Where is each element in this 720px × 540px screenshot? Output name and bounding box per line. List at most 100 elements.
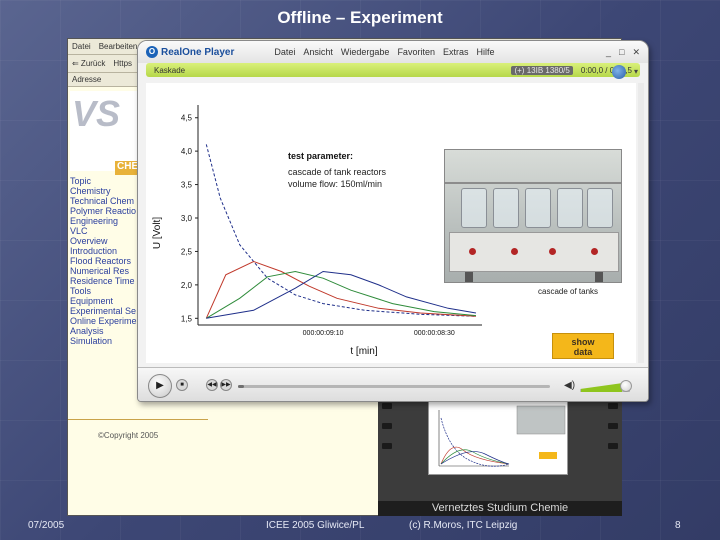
film-sprocket (382, 403, 392, 409)
browser-fav[interactable]: Https (113, 59, 132, 68)
status-badge: (+) 13IB 1380/5 (511, 65, 573, 75)
y-tick-label: 1,5 (181, 314, 193, 323)
play-button[interactable]: ▶ (148, 374, 172, 398)
footer-page: 8 (675, 520, 681, 531)
y-tick-label: 4,0 (181, 147, 193, 156)
realone-player-window: O RealOne Player Datei Ansicht Wiedergab… (137, 40, 649, 402)
nav-item[interactable]: Tools (68, 286, 140, 296)
film-sprocket (608, 403, 618, 409)
player-menu-file[interactable]: Datei (274, 47, 295, 57)
nav-item[interactable]: Equipment (68, 296, 140, 306)
back-button[interactable]: ⇐ Zurück (72, 59, 105, 68)
nav-item[interactable]: Overview (68, 236, 140, 246)
photo-leg (595, 272, 603, 282)
show-data-label: data (573, 347, 593, 357)
nav-item[interactable]: Flood Reactors (68, 256, 140, 266)
window-controls: _ □ ✕ (606, 47, 640, 58)
nav-item[interactable]: Online Experime (68, 316, 140, 326)
volume-knob[interactable] (620, 380, 632, 392)
speaker-icon[interactable]: ◀) (564, 380, 575, 391)
nav-item[interactable]: Technical Chem (68, 196, 140, 206)
film-sprocket (382, 423, 392, 429)
film-sprocket (608, 443, 618, 449)
nav-item[interactable]: Experimental Se (68, 306, 140, 316)
clip-info-bar: Kaskade (+) 13IB 1380/5 0:00,0 / 0:06,5 (146, 63, 640, 77)
nav-item[interactable]: Numerical Res (68, 266, 140, 276)
fast-forward-button[interactable]: ▶▶ (220, 379, 232, 391)
y-tick-label: 4,5 (181, 114, 193, 123)
player-menu-tools[interactable]: Extras (443, 47, 469, 57)
nav-item[interactable]: Engineering (68, 216, 140, 226)
y-tick-label: 2,0 (181, 281, 193, 290)
browser-menu-edit[interactable]: Bearbeiten (99, 42, 138, 51)
player-brand-text: RealOne Player (161, 46, 235, 58)
globe-icon[interactable] (612, 65, 626, 79)
x-tick-label: 000:00:09:10 (303, 330, 344, 337)
minimize-button[interactable]: _ (606, 47, 611, 58)
footer-author: (c) R.Moros, ITC Leipzig (409, 520, 518, 531)
film-thumbnail-panel: Vernetztes Studium Chemie (378, 399, 622, 516)
stop-button[interactable]: ■ (176, 379, 188, 391)
photo-caption: cascade of tanks (538, 287, 599, 296)
photo-tank (587, 188, 613, 228)
vs-logo: VS CHE (70, 91, 141, 175)
photo-leg (465, 272, 473, 282)
nav-item[interactable]: Simulation (68, 336, 140, 346)
player-menu-view[interactable]: Ansicht (303, 47, 333, 57)
close-button[interactable]: ✕ (632, 47, 640, 58)
player-brand: O RealOne Player (146, 46, 234, 58)
params-line: volume flow: 150ml/min (288, 179, 383, 189)
nav-item[interactable]: Introduction (68, 246, 140, 256)
address-label: Adresse (72, 75, 102, 84)
y-tick-label: 2,5 (181, 247, 193, 256)
realone-logo-icon: O (146, 46, 158, 58)
nav-item[interactable]: VLC (68, 226, 140, 236)
player-titlebar: O RealOne Player Datei Ansicht Wiedergab… (138, 41, 648, 63)
footer-event: ICEE 2005 Gliwice/PL (266, 520, 365, 531)
series-line-2 (205, 260, 477, 319)
y-tick-label: 3,5 (181, 181, 193, 190)
logo-vs-text: VS (72, 93, 121, 134)
player-menu-play[interactable]: Wiedergabe (341, 47, 390, 57)
params-title: test parameter: (288, 151, 354, 161)
video-content: 4,5 4,0 3,5 3,0 2,5 2,0 1,5 000:00:09:10 000:00:… (146, 83, 636, 363)
show-data-label: show (571, 337, 595, 347)
maximize-button[interactable]: □ (619, 47, 624, 58)
photo-tank (493, 188, 519, 228)
nav-item[interactable]: Analysis (68, 326, 140, 336)
clip-title: Kaskade (154, 65, 186, 75)
nav-item[interactable]: Chemistry (68, 186, 140, 196)
chevron-down-icon[interactable]: ▾ (634, 67, 638, 76)
volume-level (581, 383, 622, 392)
photo-knob (511, 248, 518, 255)
reactor-photo (444, 149, 622, 283)
scrollbar[interactable] (638, 83, 644, 363)
film-label: Vernetztes Studium Chemie (378, 501, 622, 516)
divider (68, 419, 208, 420)
y-axis-label: U [Volt] (152, 217, 163, 249)
slide-title: Offline – Experiment (277, 8, 443, 27)
film-sprocket (608, 423, 618, 429)
rewind-button[interactable]: ◀◀ (206, 379, 218, 391)
photo-tank (557, 188, 583, 228)
x-tick-label: 000:00:08:30 (414, 330, 455, 337)
copyright-text: ©Copyright 2005 (98, 431, 159, 440)
photo-shelf (445, 182, 621, 184)
player-menu-help[interactable]: Hilfe (476, 47, 494, 57)
nav-item[interactable]: Topic (68, 176, 140, 186)
player-controls: ▶ ■ ◀◀ ▶▶ ◀) (138, 367, 648, 401)
film-sprocket (382, 443, 392, 449)
player-menubar: Datei Ansicht Wiedergabe Favoriten Extra… (274, 47, 494, 57)
x-axis-label: t [min] (350, 346, 377, 357)
footer-date: 07/2005 (28, 520, 65, 531)
seek-slider[interactable] (238, 385, 550, 388)
nav-item[interactable]: Polymer Reactio (68, 206, 140, 216)
thumbnail-image (428, 399, 568, 475)
photo-knob (549, 248, 556, 255)
show-data-button[interactable]: show data (552, 333, 614, 359)
browser-menu-file[interactable]: Datei (72, 42, 91, 51)
params-line: cascade of tank reactors (288, 167, 387, 177)
course-nav: Topic Chemistry Technical Chem Polymer R… (68, 176, 140, 346)
nav-item[interactable]: Residence Time (68, 276, 140, 286)
player-menu-favorites[interactable]: Favoriten (397, 47, 435, 57)
